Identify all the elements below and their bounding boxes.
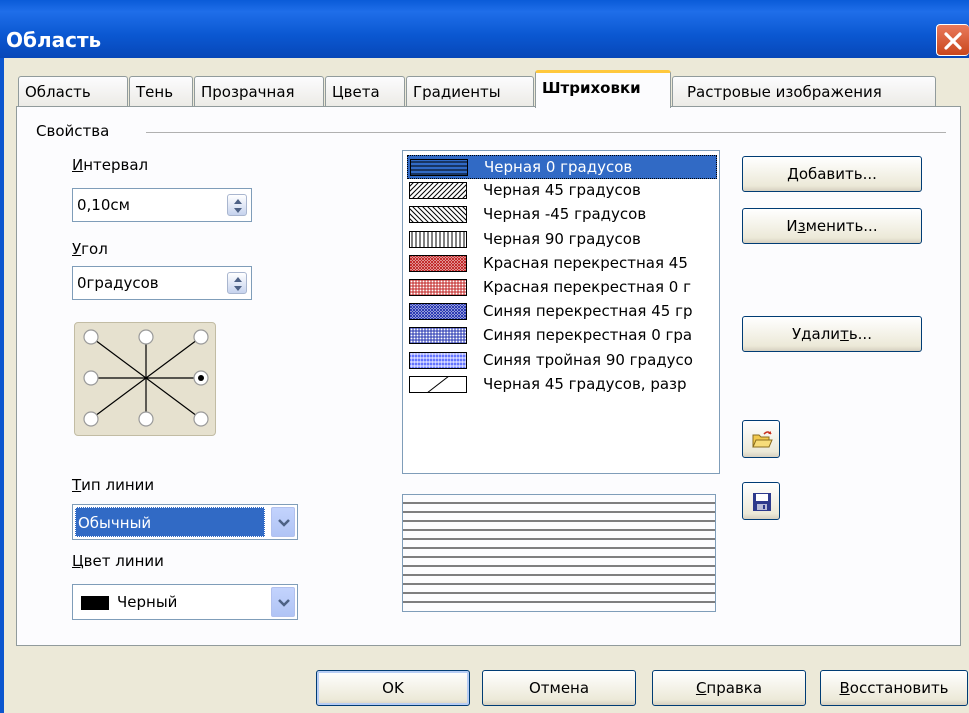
hatch-label: Синяя перекрестная 45 гр xyxy=(483,302,693,321)
line-color-value: Черный xyxy=(117,593,178,611)
line-type-select[interactable]: Обычный xyxy=(72,504,298,540)
line-type-dropdown-button[interactable] xyxy=(271,507,295,537)
line-type-label: Тип линии xyxy=(72,476,155,494)
title-bar[interactable]: Область xyxy=(0,0,969,58)
hatch-pattern-swatch xyxy=(410,159,468,176)
angle-value: 0градусов xyxy=(77,274,159,292)
angle-label: Угол xyxy=(72,240,108,258)
preview-pattern xyxy=(403,502,715,603)
hatch-pattern-swatch xyxy=(409,375,467,393)
dialog-body: Область Тень Прозрачная Цвета Градиенты … xyxy=(0,58,969,713)
angle-spin-buttons[interactable] xyxy=(227,272,247,294)
window-title: Область xyxy=(6,28,102,52)
angle-compass[interactable] xyxy=(75,323,217,437)
tab-bitmaps[interactable]: Растровые изображения xyxy=(672,76,936,106)
hatch-list-item[interactable]: Черная 45 градусов xyxy=(407,179,717,203)
color-swatch xyxy=(81,596,109,610)
tab-label: Прозрачная xyxy=(201,83,295,101)
hatch-label: Красная перекрестная 0 г xyxy=(483,278,691,296)
hatch-list-item[interactable]: Красная перекрестная 0 г xyxy=(407,276,717,300)
hatch-list-item[interactable]: Синяя перекрестная 45 гр xyxy=(407,300,717,324)
tab-label: Область xyxy=(25,83,91,101)
tab-label: Растровые изображения xyxy=(687,83,882,101)
open-folder-icon xyxy=(752,431,773,448)
line-type-value: Обычный xyxy=(75,507,265,537)
save-hatches-button[interactable] xyxy=(742,482,780,520)
line-color-label: Цвет линии xyxy=(72,552,164,570)
hatch-pattern-swatch xyxy=(409,254,467,272)
hatch-label: Черная 90 градусов xyxy=(483,229,641,248)
hatch-list-item[interactable]: Синяя перекрестная 0 гра xyxy=(407,324,717,348)
modify-button[interactable]: Изменить... xyxy=(742,208,922,244)
tab-colors[interactable]: Цвета xyxy=(325,76,405,106)
hatch-label: Черная -45 градусов xyxy=(483,205,647,224)
properties-group-label: Свойства xyxy=(36,122,116,140)
tab-label: Цвета xyxy=(332,83,380,101)
group-divider xyxy=(146,132,946,133)
tab-label: Градиенты xyxy=(413,83,501,101)
close-button[interactable] xyxy=(936,24,969,56)
hatch-pattern-swatch xyxy=(409,279,467,296)
tab-shadow[interactable]: Тень xyxy=(129,76,193,106)
cancel-button[interactable]: Отмена xyxy=(482,670,636,706)
angle-spinner[interactable]: 0градусов xyxy=(72,266,252,300)
line-color-dropdown-button[interactable] xyxy=(271,587,295,617)
ok-button[interactable]: OK xyxy=(316,670,470,706)
spin-arrows-icon xyxy=(234,199,242,213)
chevron-down-icon xyxy=(278,599,290,607)
hatch-label: Черная 0 градусов xyxy=(484,158,633,176)
hatch-list-item[interactable]: Черная -45 градусов xyxy=(407,203,717,227)
chevron-down-icon xyxy=(278,519,290,527)
line-color-select[interactable]: Черный xyxy=(72,584,298,620)
hatch-list-item[interactable]: Красная перекрестная 45 xyxy=(407,252,717,276)
hatch-list[interactable]: Черная 0 градусов Черная 45 градусов Черна… xyxy=(402,150,720,474)
tab-area[interactable]: Область xyxy=(18,76,128,106)
tab-label: Штриховки xyxy=(542,79,641,97)
angle-picker[interactable] xyxy=(74,322,216,436)
hatch-list-item[interactable]: Черная 45 градусов, разр xyxy=(407,373,717,397)
hatch-pattern-swatch xyxy=(409,182,467,200)
hatch-list-item[interactable]: Черная 90 градусов xyxy=(407,228,717,252)
delete-button[interactable]: Удалить... xyxy=(742,316,922,352)
hatch-pattern-swatch xyxy=(409,327,467,345)
hatch-list-item[interactable]: Синяя тройная 90 градусо xyxy=(407,349,717,373)
hatch-label: Синяя тройная 90 градусо xyxy=(483,350,693,369)
hatch-pattern-swatch xyxy=(409,303,467,321)
spacing-value: 0,10см xyxy=(77,196,130,214)
hatch-list-item[interactable]: Черная 0 градусов xyxy=(407,155,717,179)
hatch-label: Красная перекрестная 45 xyxy=(483,253,688,272)
hatch-pattern-swatch xyxy=(409,351,467,369)
spin-arrows-icon xyxy=(234,277,242,291)
hatch-pattern-swatch xyxy=(409,206,467,224)
hatch-preview xyxy=(402,494,716,612)
help-button[interactable]: Справка xyxy=(652,670,806,706)
floppy-disk-icon xyxy=(753,493,771,511)
load-hatches-button[interactable] xyxy=(742,420,780,458)
tab-gradients[interactable]: Градиенты xyxy=(406,76,534,106)
hatch-pattern-swatch xyxy=(409,230,467,248)
hatch-label: Черная 45 градусов xyxy=(483,181,641,200)
spacing-spinner[interactable]: 0,10см xyxy=(72,188,252,222)
add-button[interactable]: Добавить... xyxy=(742,156,922,192)
close-icon xyxy=(944,32,962,50)
reset-button[interactable]: Восстановить xyxy=(820,670,968,706)
tab-label: Тень xyxy=(136,83,174,101)
hatch-label: Черная 45 градусов, разр xyxy=(483,374,687,393)
tab-transparency[interactable]: Прозрачная xyxy=(194,76,324,106)
spacing-spin-buttons[interactable] xyxy=(227,194,247,216)
tab-hatching[interactable]: Штриховки xyxy=(535,70,671,108)
spacing-label: Интервал xyxy=(72,156,149,174)
hatch-label: Синяя перекрестная 0 гра xyxy=(483,326,693,345)
